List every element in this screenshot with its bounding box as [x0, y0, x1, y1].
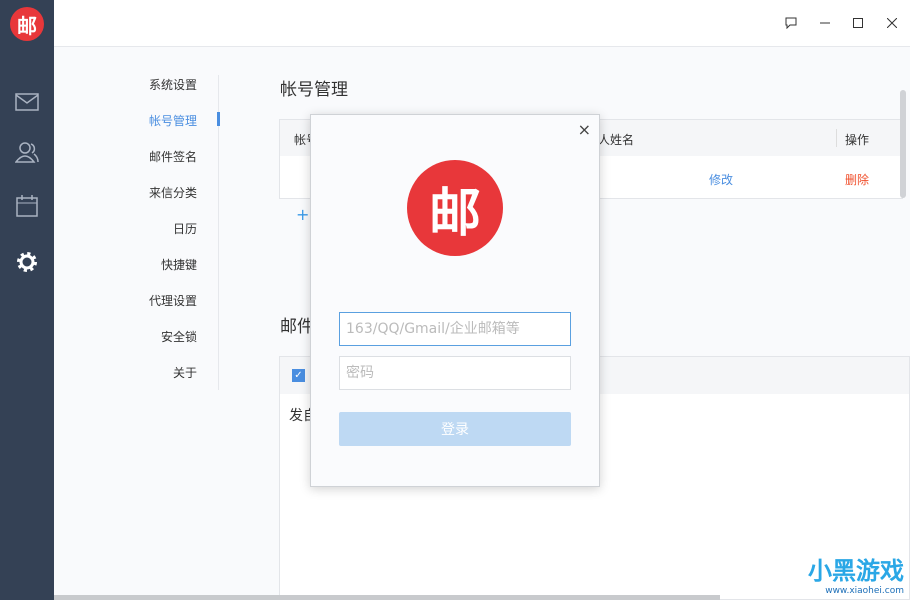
col-action: 操作	[845, 133, 870, 147]
password-input[interactable]: 密码	[339, 356, 571, 390]
active-indicator	[217, 112, 220, 126]
title-bar	[54, 0, 910, 47]
accounts-title: 帐号管理	[280, 80, 348, 100]
app-logo: 邮	[10, 7, 44, 41]
login-button[interactable]: 登录	[339, 412, 571, 446]
dialog-close-button[interactable]: ×	[578, 120, 591, 139]
menu-item-filters[interactable]: 来信分类	[149, 184, 197, 201]
maximize-button[interactable]	[849, 14, 867, 32]
add-account-button[interactable]: +	[296, 205, 309, 224]
column-separator	[836, 129, 837, 147]
vertical-scrollbar[interactable]	[900, 90, 906, 198]
col-name: 人姓名	[598, 133, 635, 147]
calendar-icon[interactable]	[14, 193, 40, 219]
menu-item-shortcuts[interactable]: 快捷键	[161, 256, 197, 273]
sidebar-rail: 邮	[0, 0, 54, 600]
watermark: 小黑游戏 www.xiaohei.com	[808, 551, 904, 596]
menu-item-calendar[interactable]: 日历	[173, 220, 197, 237]
watermark-url: www.xiaohei.com	[825, 586, 904, 596]
checkbox[interactable]: ✓	[292, 369, 305, 382]
close-window-button[interactable]	[883, 14, 901, 32]
menu-item-system[interactable]: 系统设置	[149, 76, 197, 93]
feedback-icon[interactable]	[782, 14, 800, 32]
watermark-title: 小黑游戏	[808, 557, 904, 585]
settings-gear-icon[interactable]	[14, 249, 40, 275]
horizontal-scrollbar[interactable]	[54, 595, 720, 600]
edit-link[interactable]: 修改	[709, 171, 733, 188]
minimize-button[interactable]	[816, 14, 834, 32]
mail-icon[interactable]	[14, 89, 40, 115]
menu-item-about[interactable]: 关于	[173, 364, 197, 381]
menu-item-security-lock[interactable]: 安全锁	[161, 328, 197, 345]
mail-section-title: 邮件	[280, 317, 314, 337]
menu-item-proxy[interactable]: 代理设置	[149, 292, 197, 309]
delete-link[interactable]: 删除	[845, 171, 869, 188]
login-dialog: × 邮 163/QQ/Gmail/企业邮箱等 密码 登录	[310, 114, 600, 487]
menu-item-accounts[interactable]: 帐号管理	[149, 112, 197, 129]
email-input[interactable]: 163/QQ/Gmail/企业邮箱等	[339, 312, 571, 346]
dialog-logo: 邮	[407, 160, 503, 256]
contacts-icon[interactable]	[14, 139, 40, 165]
menu-item-signature[interactable]: 邮件签名	[149, 148, 197, 165]
